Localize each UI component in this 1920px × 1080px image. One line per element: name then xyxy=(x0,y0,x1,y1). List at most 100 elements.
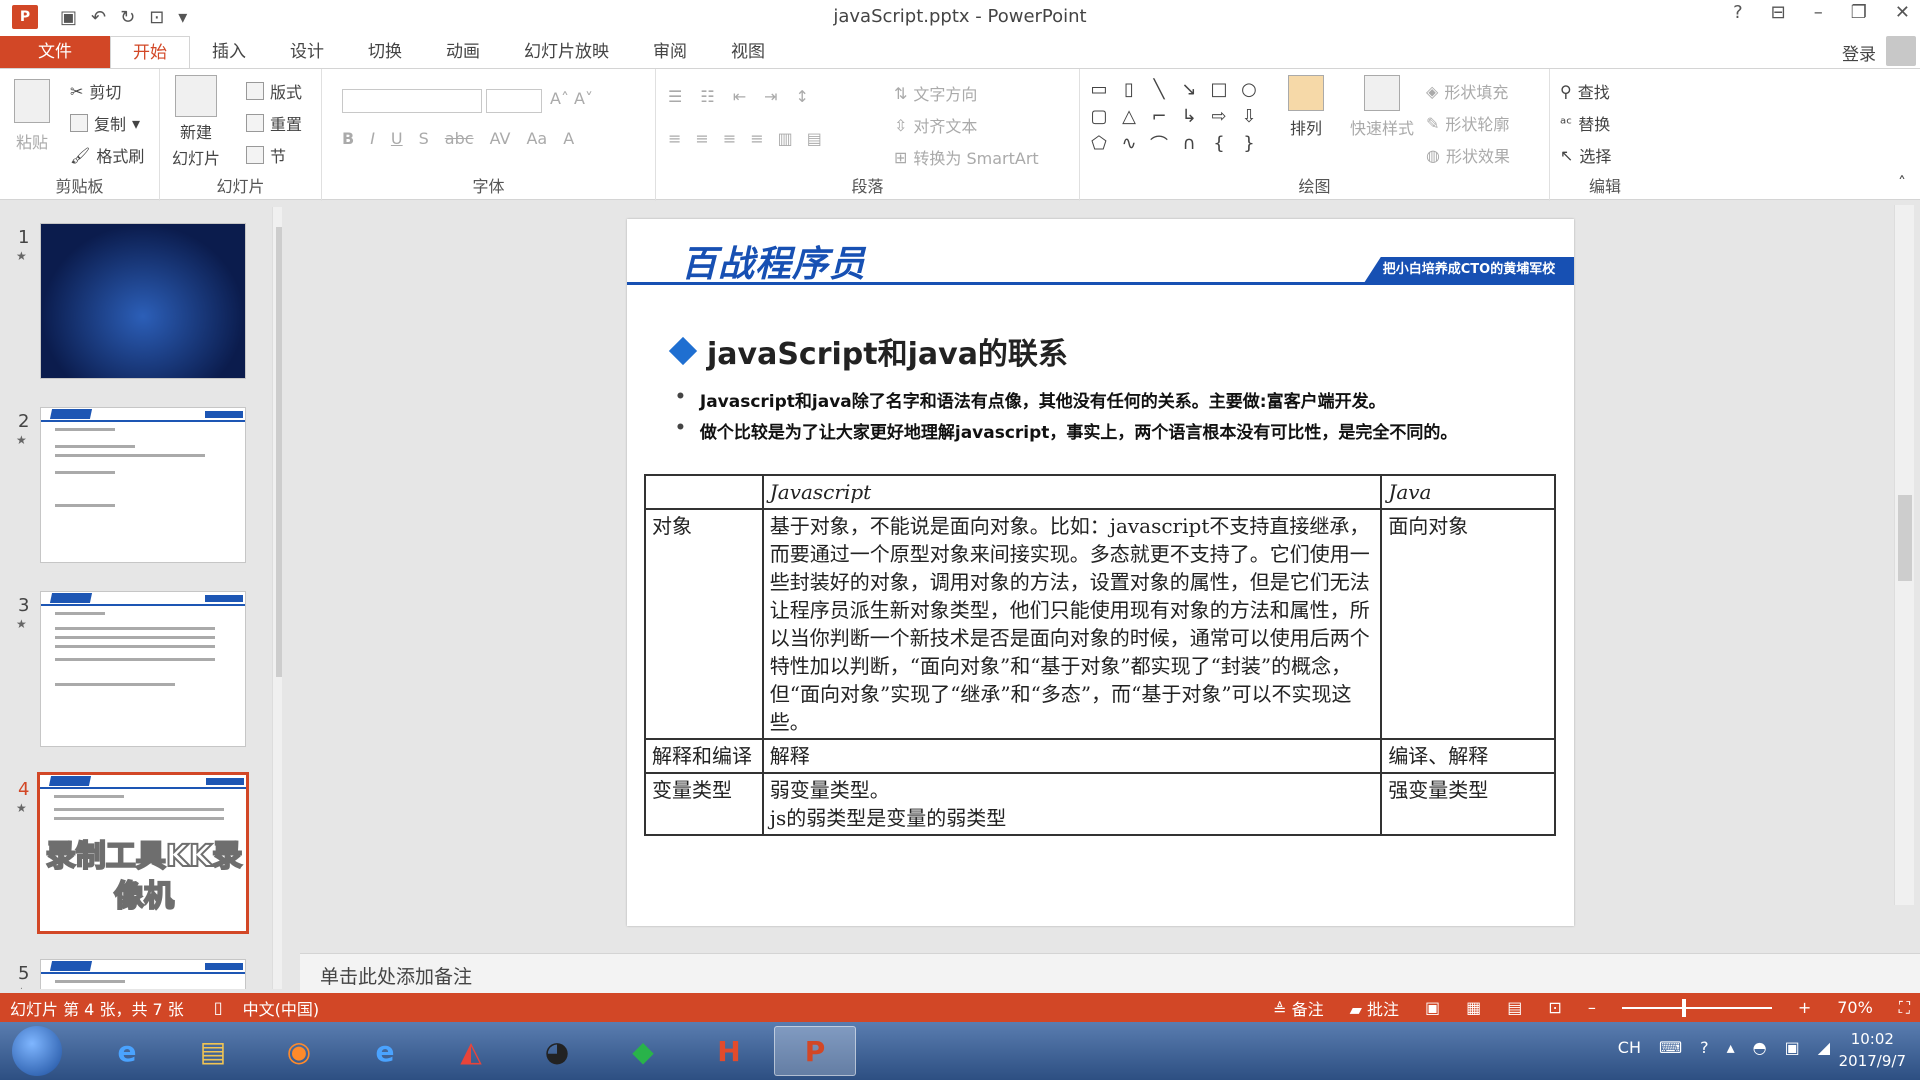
italic-icon[interactable]: I xyxy=(370,129,375,148)
section-button[interactable]: 节 xyxy=(246,143,286,167)
curve-shape-icon[interactable]: ∩ xyxy=(1176,132,1202,156)
cut-button[interactable]: ✂ 剪切 xyxy=(70,79,121,103)
slide-thumbnail-current[interactable]: 4 ★ 录制工具KK录像机 xyxy=(0,772,270,935)
tab-review[interactable]: 审阅 xyxy=(631,36,709,68)
volume-icon[interactable]: ◢ xyxy=(1818,1038,1830,1057)
numbering-icon[interactable]: ☷ xyxy=(700,87,714,106)
firefox-icon[interactable]: ◉ xyxy=(258,1026,340,1076)
hbuilder-icon[interactable]: H xyxy=(688,1026,770,1076)
slide-thumbnail[interactable]: 3 ★ xyxy=(0,591,270,751)
restore-icon[interactable]: ❐ xyxy=(1851,2,1867,23)
freeform-shape-icon[interactable]: ∿ xyxy=(1116,132,1142,156)
save-icon[interactable]: ▣ xyxy=(60,7,77,28)
redo-icon[interactable]: ↻ xyxy=(120,7,135,28)
char-spacing-icon[interactable]: AV xyxy=(490,129,511,148)
quick-styles-button[interactable]: 快速样式 xyxy=(1350,75,1414,139)
layout-button[interactable]: 版式 xyxy=(246,79,302,103)
line-spacing-icon[interactable]: ↕ xyxy=(796,87,809,106)
replace-button[interactable]: ᵃᶜ 替换 xyxy=(1560,111,1610,135)
oval-shape-icon[interactable]: ○ xyxy=(1236,77,1262,101)
elbow-connector-icon[interactable]: ⌐ xyxy=(1146,104,1172,128)
shape-fill-button[interactable]: ◈ 形状填充 xyxy=(1426,79,1508,103)
collapse-ribbon-icon[interactable]: ˄ xyxy=(1898,173,1906,192)
thumbnails-scrollbar[interactable] xyxy=(272,207,282,989)
bold-icon[interactable]: B xyxy=(342,129,354,148)
undo-icon[interactable]: ↶ xyxy=(91,7,106,28)
elbow-arrow-icon[interactable]: ↳ xyxy=(1176,104,1202,128)
qq-icon[interactable]: ◓ xyxy=(1753,1038,1767,1057)
help-button[interactable]: ? xyxy=(1733,2,1743,23)
notes-pane[interactable]: 单击此处添加备注 xyxy=(300,953,1920,993)
slide-thumbnail[interactable]: 1 ★ xyxy=(0,223,270,383)
zoom-slider[interactable] xyxy=(1621,998,1772,1017)
font-size-select[interactable] xyxy=(486,89,542,113)
clock[interactable]: 10:02 2017/9/7 xyxy=(1839,1028,1906,1072)
smartart-button[interactable]: ⊞ 转换为 SmartArt xyxy=(894,145,1039,169)
right-arrow-shape-icon[interactable]: ⇨ xyxy=(1206,104,1232,128)
slide-canvas[interactable]: 百战程序员 把小白培养成CTO的黄埔军校 javaScript和java的联系 … xyxy=(627,219,1574,926)
shape-outline-button[interactable]: ✎ 形状轮廓 xyxy=(1426,111,1509,135)
tab-view[interactable]: 视图 xyxy=(709,36,787,68)
left-brace-shape-icon[interactable]: { xyxy=(1206,132,1232,156)
select-button[interactable]: ↖ 选择 xyxy=(1560,143,1611,167)
grow-font-icon[interactable]: A˄ A˅ xyxy=(550,89,593,108)
start-button-icon[interactable] xyxy=(12,1026,62,1076)
notes-toggle[interactable]: ≜ 备注 xyxy=(1273,996,1324,1020)
start-from-beginning-icon[interactable]: ⊡ xyxy=(149,7,164,28)
triangle-shape-icon[interactable]: △ xyxy=(1116,104,1142,128)
arrange-button[interactable]: 排列 xyxy=(1288,75,1324,139)
slide-sorter-icon[interactable]: ▦ xyxy=(1466,998,1481,1017)
arrow-line-shape-icon[interactable]: ↘ xyxy=(1176,77,1202,101)
fit-to-window-icon[interactable]: ⛶ xyxy=(1899,998,1910,1018)
comments-toggle[interactable]: ▰ 批注 xyxy=(1350,996,1399,1020)
bullets-icon[interactable]: ☰ xyxy=(668,87,682,106)
align-left-icon[interactable]: ≡ xyxy=(668,129,681,148)
close-icon[interactable]: ✕ xyxy=(1895,2,1910,23)
keyboard-icon[interactable]: ⌨ xyxy=(1659,1038,1682,1057)
tab-animations[interactable]: 动画 xyxy=(424,36,502,68)
rounded-rect-shape-icon[interactable]: ▢ xyxy=(1086,104,1112,128)
copy-button[interactable]: 复制 ▾ xyxy=(70,111,140,135)
tab-design[interactable]: 设计 xyxy=(268,36,346,68)
language-indicator[interactable]: 中文(中国) xyxy=(243,996,320,1020)
customize-qat-icon[interactable]: ▾ xyxy=(178,7,187,28)
thumbnails-scroll-thumb[interactable] xyxy=(276,227,282,677)
editor-scrollbar[interactable] xyxy=(1894,205,1914,905)
shape-effects-button[interactable]: ◍ 形状效果 xyxy=(1426,143,1510,167)
pentagon-shape-icon[interactable]: ⬠ xyxy=(1086,132,1112,156)
zoom-level[interactable]: 70% xyxy=(1837,998,1873,1017)
textbox-shape-icon[interactable]: ▭ xyxy=(1086,77,1112,101)
decrease-indent-icon[interactable]: ⇤ xyxy=(733,87,746,106)
font-family-select[interactable] xyxy=(342,89,482,113)
recorder-app-icon[interactable]: ◕ xyxy=(516,1026,598,1076)
vertical-textbox-shape-icon[interactable]: ▯ xyxy=(1116,77,1142,101)
shapes-gallery[interactable]: ▭ ▯ ╲ ↘ □ ○ ▢ △ ⌐ ↳ ⇨ ⇩ ⬠ ∿ ⌒ ∩{} xyxy=(1086,77,1272,157)
tab-insert[interactable]: 插入 xyxy=(190,36,268,68)
columns-icon[interactable]: ▤ xyxy=(807,129,822,148)
network-icon[interactable]: ▣ xyxy=(1785,1038,1800,1057)
justify-icon[interactable]: ≡ xyxy=(750,129,763,148)
bullet-list[interactable]: Javascript和java除了名字和语法有点像，其他没有任何的关系。主要做:… xyxy=(675,387,1458,449)
down-arrow-shape-icon[interactable]: ⇩ xyxy=(1236,104,1262,128)
font-color-icon[interactable]: A xyxy=(563,129,574,148)
ribbon-display-options-icon[interactable]: ⊟ xyxy=(1771,2,1786,23)
tab-slideshow[interactable]: 幻灯片放映 xyxy=(502,36,631,68)
editor-scroll-thumb[interactable] xyxy=(1898,495,1912,581)
align-right-icon[interactable]: ≡ xyxy=(723,129,736,148)
zoom-in-icon[interactable]: + xyxy=(1798,998,1811,1017)
tab-file[interactable]: 文件 xyxy=(0,36,110,68)
green-app-icon[interactable]: ◆ xyxy=(602,1026,684,1076)
login-link[interactable]: 登录 xyxy=(1842,40,1876,65)
new-slide-button[interactable]: 新建 幻灯片 xyxy=(172,75,220,169)
tray-expand-icon[interactable]: ▴ xyxy=(1727,1038,1735,1057)
minimize-icon[interactable]: – xyxy=(1814,2,1823,23)
distributed-icon[interactable]: ▥ xyxy=(778,129,793,148)
spellcheck-icon[interactable]: ▯ xyxy=(214,998,223,1017)
align-center-icon[interactable]: ≡ xyxy=(695,129,708,148)
arc-shape-icon[interactable]: ⌒ xyxy=(1146,132,1172,156)
reading-view-icon[interactable]: ▤ xyxy=(1507,998,1522,1017)
right-brace-shape-icon[interactable]: } xyxy=(1236,132,1262,156)
slide-thumbnail[interactable]: 2 ★ xyxy=(0,407,270,567)
help-icon[interactable]: ? xyxy=(1700,1038,1709,1057)
app-icon[interactable]: ◭ xyxy=(430,1026,512,1076)
